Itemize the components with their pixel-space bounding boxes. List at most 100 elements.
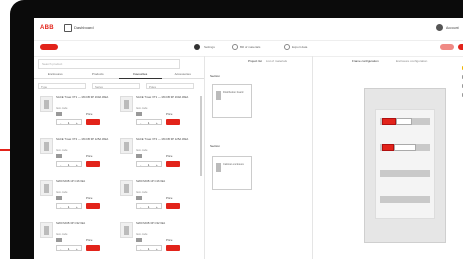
module-breaker[interactable] xyxy=(382,144,394,151)
product-price: Price xyxy=(86,154,93,158)
cabinet-preview[interactable] xyxy=(364,88,446,243)
product-price: Price xyxy=(86,112,93,116)
quantity-stepper[interactable]: -1 + xyxy=(56,161,82,167)
list-icon[interactable] xyxy=(232,44,238,50)
product-title: S200 MCB 1P C16 6kA xyxy=(136,179,166,183)
home-icon[interactable] xyxy=(64,24,72,32)
user-menu[interactable]: Account xyxy=(446,26,459,30)
quantity-stepper[interactable]: -1 + xyxy=(56,119,82,125)
product-code: Item code xyxy=(56,107,68,110)
distribution-board-card[interactable]: Distribution board xyxy=(212,84,252,118)
product-code: Item code xyxy=(136,191,148,194)
enclosure-label: Cabinet enclosure xyxy=(223,163,244,166)
add-to-project-button[interactable] xyxy=(86,119,100,125)
product-card[interactable]: SACE Tmax XT1 — MCCB 3P 160A 36kA Item co… xyxy=(40,95,120,134)
board-icon xyxy=(216,91,221,100)
quantity-stepper[interactable]: -1 + xyxy=(56,245,82,251)
gear-icon[interactable] xyxy=(194,44,200,50)
section1-title: Section xyxy=(210,74,221,78)
product-card[interactable]: SACE Tmax XT2 — MCCB 3P 125A 36kA Item co… xyxy=(40,137,120,176)
board-label: Distribution board xyxy=(223,91,244,94)
save-button[interactable] xyxy=(440,44,454,50)
quantity-stepper[interactable]: -1 + xyxy=(136,203,162,209)
brand-logo: ABB xyxy=(40,25,54,31)
section2-title: Section xyxy=(210,144,221,148)
add-to-project-button[interactable] xyxy=(166,119,180,125)
tab-frame-config[interactable]: Frame configuration xyxy=(352,59,379,63)
add-to-project-button[interactable] xyxy=(86,245,100,251)
dashboard-link[interactable]: Dashboard xyxy=(74,25,94,30)
product-image xyxy=(120,138,133,154)
tab-products[interactable]: Products xyxy=(76,70,119,79)
module-breaker[interactable] xyxy=(396,118,412,125)
tab-project-list[interactable]: Project list xyxy=(248,59,262,63)
tab-enclosure-config[interactable]: Enclosure configuration xyxy=(396,59,427,63)
product-title: SACE Tmax XT1 — MCCB 3P 160A 36kA xyxy=(56,95,109,99)
settings-link[interactable]: Settings xyxy=(204,45,215,49)
filter-poles[interactable]: Poles xyxy=(146,83,194,89)
quantity-stepper[interactable]: -1 + xyxy=(136,161,162,167)
toolbar: Settings Bill of materials Export data xyxy=(34,40,463,57)
product-card[interactable]: S200 MCB 3P C32 6kA Item code Price -1 + xyxy=(120,221,200,259)
product-badge xyxy=(56,238,62,242)
din-rail xyxy=(380,170,430,177)
tab-favourites[interactable]: Favourites xyxy=(119,70,162,79)
module-breaker[interactable] xyxy=(382,118,396,125)
product-title: SACE Tmax XT2 — MCCB 3P 125A 36kA xyxy=(136,137,189,141)
product-card[interactable]: S200 MCB 1P C16 6kA Item code Price -1 + xyxy=(120,179,200,218)
product-card[interactable]: S200 MCB 1P C16 6kA Item code Price -1 + xyxy=(40,179,120,218)
filter-type[interactable]: Type xyxy=(38,83,86,89)
product-price: Price xyxy=(166,238,173,242)
tab-accessories[interactable]: Accessories xyxy=(161,70,204,79)
product-card[interactable]: S200 MCB 3P C32 6kA Item code Price -1 + xyxy=(40,221,120,259)
add-to-project-button[interactable] xyxy=(166,203,180,209)
user-icon[interactable] xyxy=(436,24,443,31)
product-price: Price xyxy=(166,196,173,200)
add-to-project-button[interactable] xyxy=(166,245,180,251)
add-to-project-button[interactable] xyxy=(166,161,180,167)
product-title: S200 MCB 3P C32 6kA xyxy=(136,221,166,225)
din-rail xyxy=(380,196,430,203)
quantity-stepper[interactable]: -1 + xyxy=(136,245,162,251)
product-badge xyxy=(56,112,62,116)
tab-list-materials[interactable]: List of materials xyxy=(266,59,287,63)
product-title: SACE Tmax XT1 — MCCB 3P 160A 36kA xyxy=(136,95,189,99)
export-icon[interactable] xyxy=(284,44,290,50)
product-title: S200 MCB 3P C32 6kA xyxy=(56,221,86,225)
product-badge xyxy=(56,196,62,200)
laptop-frame: ABB Dashboard Account Settings Bill of m… xyxy=(10,0,463,259)
product-image xyxy=(120,180,133,196)
product-badge xyxy=(136,112,142,116)
export-link[interactable]: Export data xyxy=(292,45,307,49)
product-price: Price xyxy=(166,112,173,116)
product-price: Price xyxy=(86,196,93,200)
enclosure-icon xyxy=(216,163,221,172)
module-breaker[interactable] xyxy=(394,144,416,151)
new-button[interactable] xyxy=(40,44,58,50)
product-badge xyxy=(136,196,142,200)
product-image xyxy=(40,222,53,238)
product-image xyxy=(40,138,53,154)
product-image xyxy=(40,96,53,112)
product-code: Item code xyxy=(56,233,68,236)
catalog-scrollbar[interactable] xyxy=(200,96,202,176)
product-code: Item code xyxy=(136,233,148,236)
product-price: Price xyxy=(166,154,173,158)
product-card[interactable]: SACE Tmax XT2 — MCCB 3P 125A 36kA Item co… xyxy=(120,137,200,176)
product-title: SACE Tmax XT2 — MCCB 3P 125A 36kA xyxy=(56,137,109,141)
product-badge xyxy=(56,154,62,158)
enclosure-card[interactable]: Cabinet enclosure xyxy=(212,156,252,190)
quantity-stepper[interactable]: -1 + xyxy=(136,119,162,125)
bom-link[interactable]: Bill of materials xyxy=(240,45,260,49)
tab-enclosures[interactable]: Enclosures xyxy=(34,70,77,79)
product-code: Item code xyxy=(56,149,68,152)
search-input[interactable]: Search product xyxy=(38,59,180,69)
add-to-project-button[interactable] xyxy=(86,161,100,167)
quantity-stepper[interactable]: -1 + xyxy=(56,203,82,209)
product-badge xyxy=(136,154,142,158)
filter-series[interactable]: Series xyxy=(92,83,140,89)
product-image xyxy=(120,222,133,238)
add-to-project-button[interactable] xyxy=(86,203,100,209)
send-button[interactable] xyxy=(458,44,463,50)
product-card[interactable]: SACE Tmax XT1 — MCCB 3P 160A 36kA Item co… xyxy=(120,95,200,134)
